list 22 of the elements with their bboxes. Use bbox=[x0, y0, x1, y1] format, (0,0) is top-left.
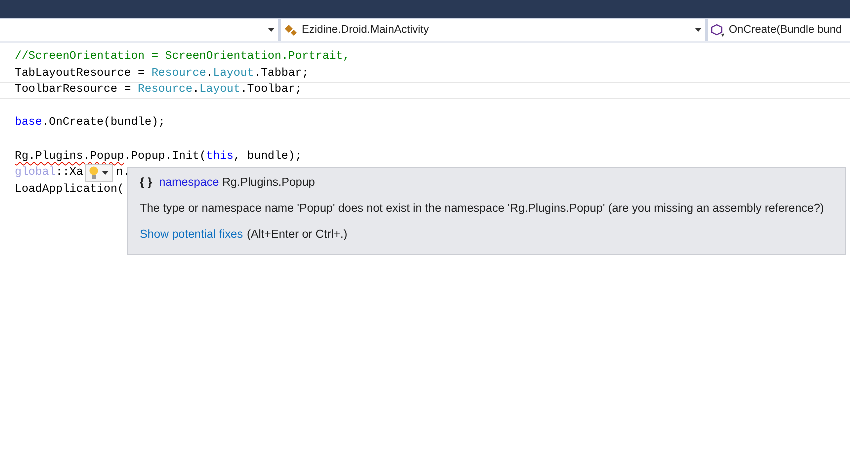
navigation-dropdown[interactable]: OnCreate(Bundle bund bbox=[708, 19, 850, 41]
code-text: global::Xa bbox=[15, 166, 84, 182]
lightbulb-button[interactable] bbox=[85, 164, 114, 182]
cube-icon bbox=[711, 24, 725, 36]
class-icon bbox=[284, 24, 298, 36]
dropdown-caret-icon bbox=[102, 171, 110, 176]
lightbulb-icon bbox=[89, 166, 100, 180]
dropdown-caret-icon bbox=[268, 28, 275, 32]
code-text: //ScreenOrientation = ScreenOrientation.Portrait, bbox=[15, 50, 350, 65]
namespace-icon: { } bbox=[140, 176, 152, 189]
code-text: Rg.Plugins.Popup.Popup.Init(this, bundle); bbox=[15, 150, 302, 165]
dropdown-caret-icon bbox=[695, 28, 702, 32]
code-text: base.OnCreate(bundle); bbox=[15, 116, 166, 132]
show-fixes-link[interactable]: Show potential fixes bbox=[140, 228, 244, 241]
code-text: ToolbarResource = Resource.Layout.Toolbar; bbox=[15, 83, 302, 98]
navigation-dropdown[interactable]: Ezidine.Droid.MainActivity bbox=[281, 19, 705, 41]
tooltip-title: namespace Rg.Plugins.Popup bbox=[159, 176, 316, 189]
code-text: n. bbox=[116, 166, 130, 182]
shortcut-hint: (Alt+Enter or Ctrl+.) bbox=[247, 228, 348, 241]
error-message: The type or namespace name 'Popup' does not exist in the namespace 'Rg.Plugins.Popup' (are you missing an assembly reference?) bbox=[140, 202, 826, 215]
code-text: TabLayoutResource = Resource.Layout.Tabbar; bbox=[15, 66, 309, 82]
code-text: LoadApplication( bbox=[15, 182, 124, 198]
